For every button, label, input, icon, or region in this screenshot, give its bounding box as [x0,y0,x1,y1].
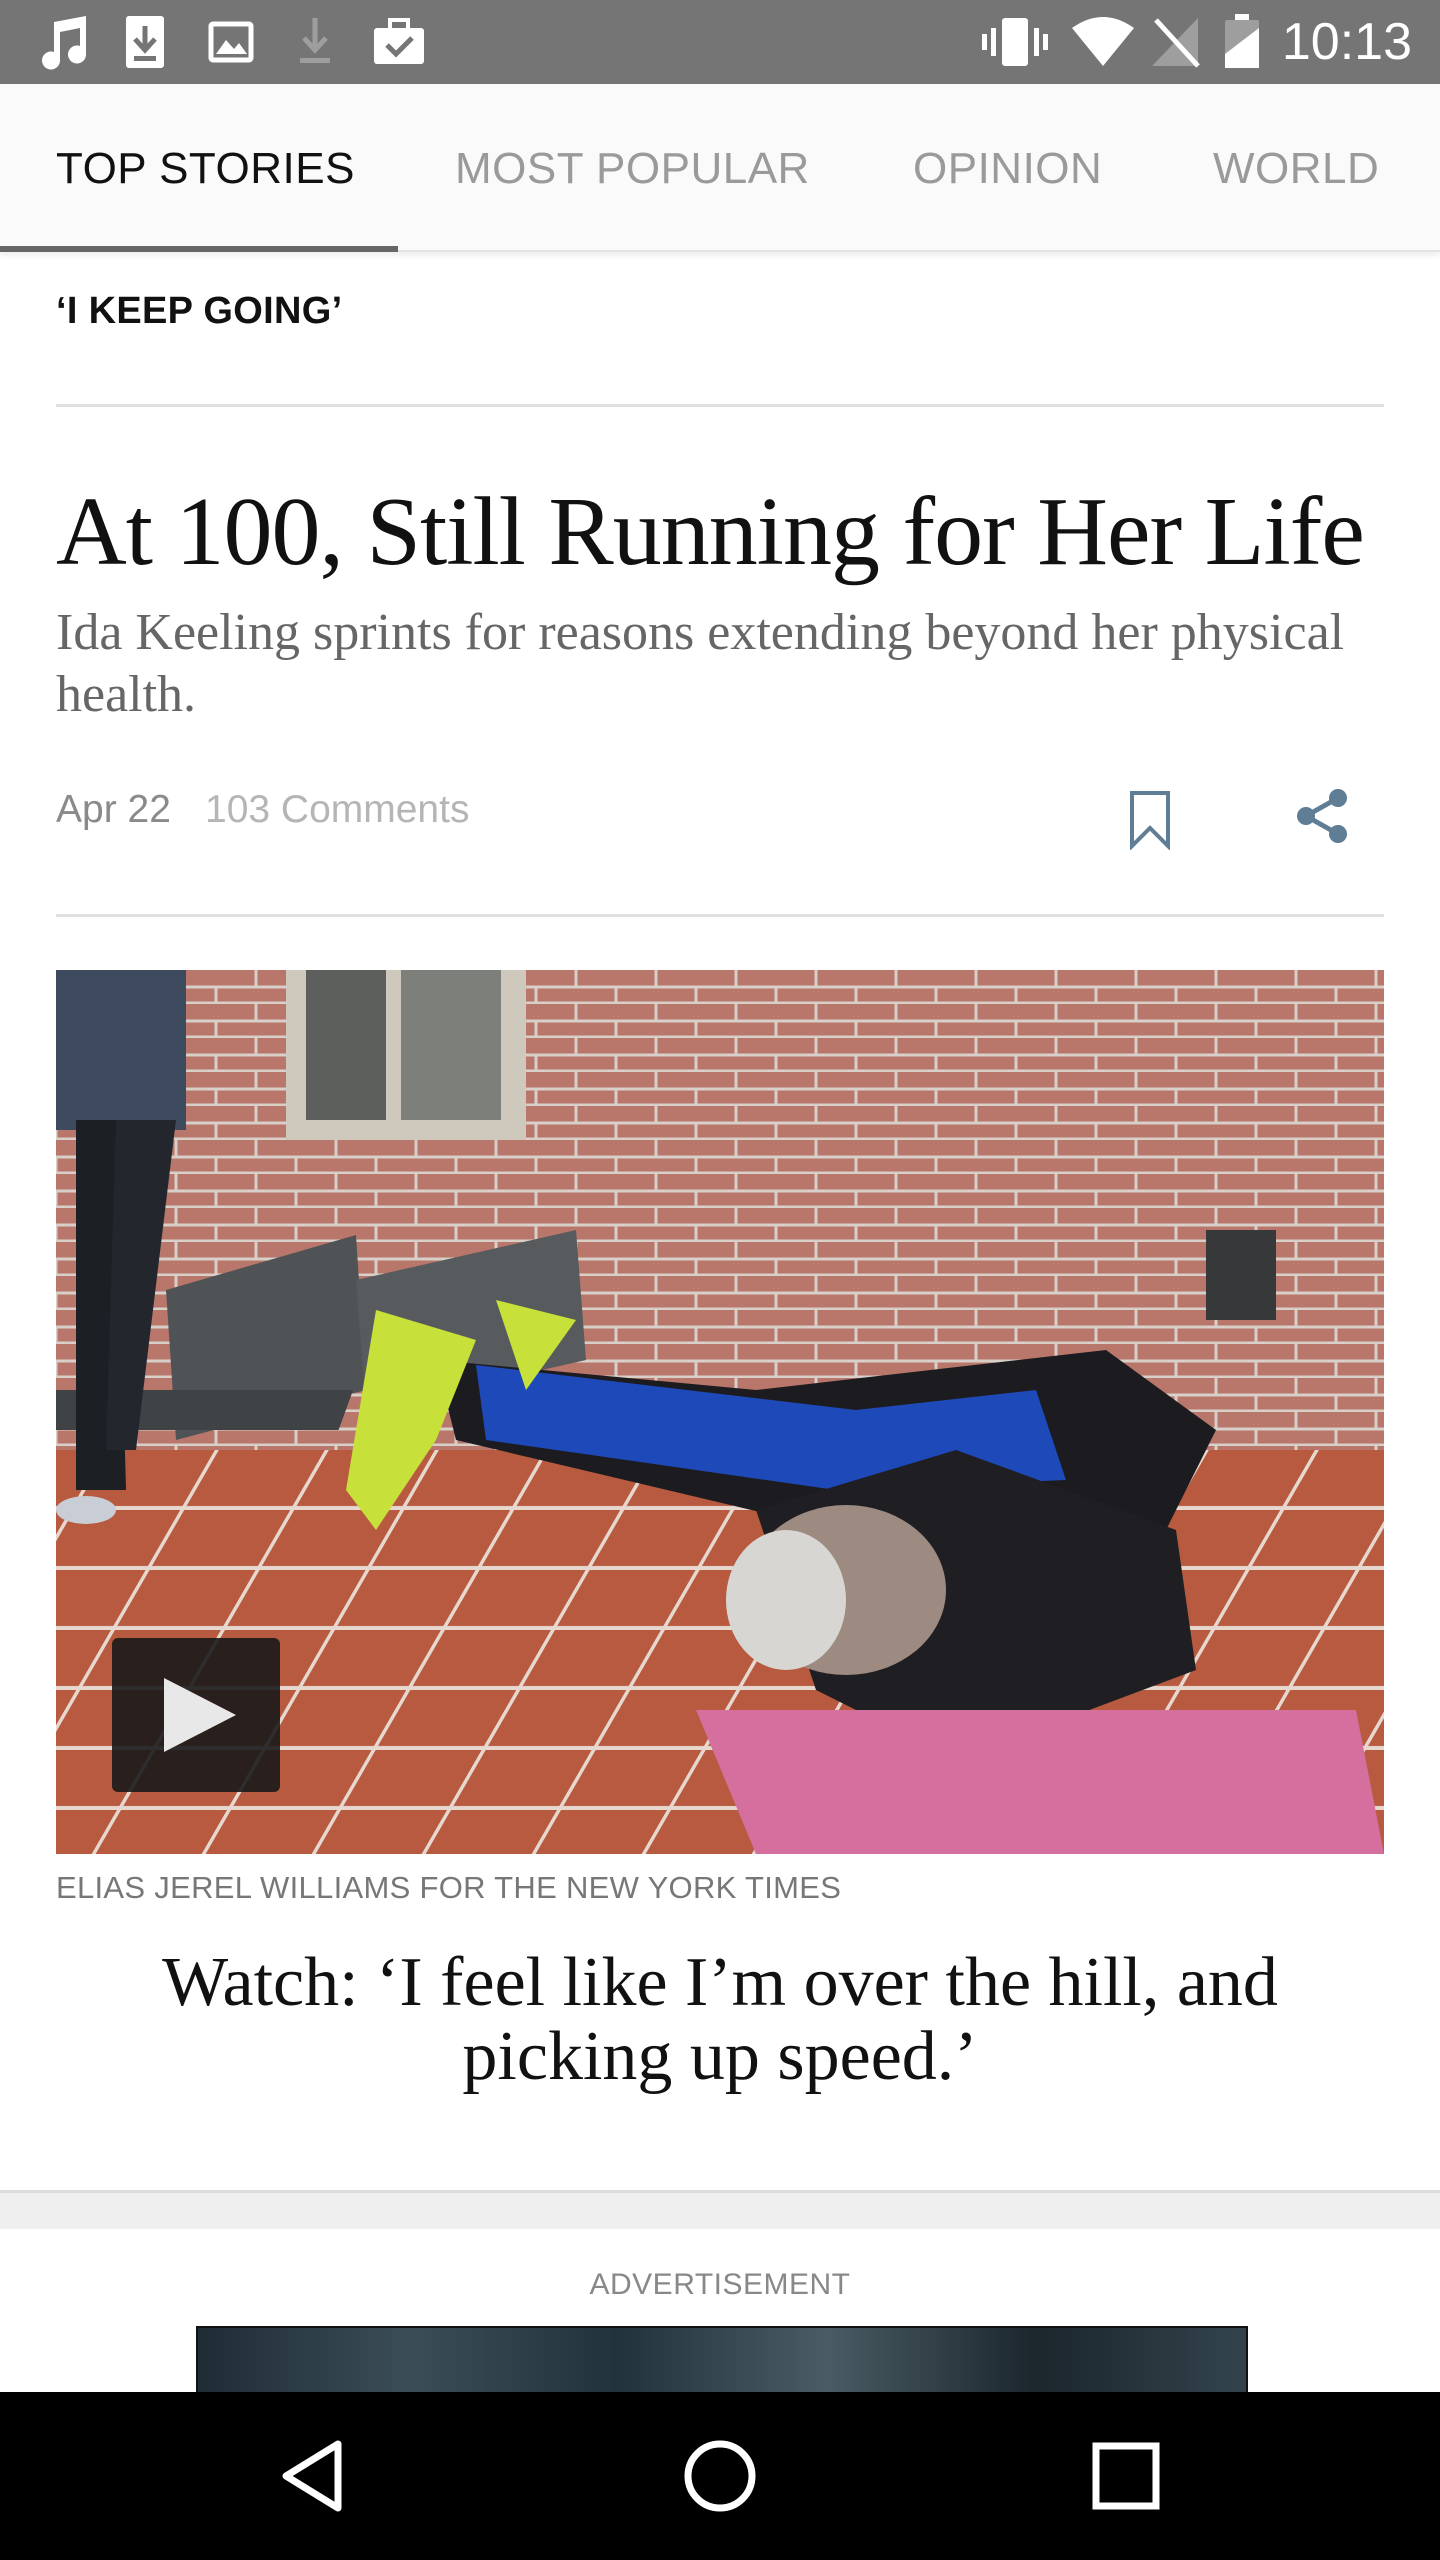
bookmark-icon[interactable] [1128,790,1172,850]
divider [56,404,1384,407]
recents-icon[interactable] [1086,2436,1166,2516]
active-tab-indicator [0,246,398,252]
download-icon [300,18,330,63]
section-divider [0,2190,1440,2229]
section-tab-bar: TOP STORIES MOST POPULAR OPINION WORLD [0,84,1440,252]
battery-icon [1225,14,1259,68]
tab-world[interactable]: WORLD [1213,84,1379,250]
status-time: 10:13 [1281,13,1412,71]
home-icon[interactable] [680,2436,760,2516]
music-note-icon [42,16,87,70]
system-nav-bar [0,2392,1440,2560]
video-caption[interactable]: Watch: ‘I feel like I’m over the hill, a… [56,1946,1384,2094]
article-headline[interactable]: At 100, Still Running for Her Life [56,472,1396,592]
image-icon [208,21,254,63]
advertisement-banner[interactable] [196,2326,1248,2396]
divider [56,914,1384,917]
play-icon [164,1678,236,1752]
status-bar: 10:13 [0,0,1440,84]
article-summary[interactable]: Ida Keeling sprints for reasons extendin… [56,602,1384,726]
briefcase-check-icon [374,18,424,64]
article-video-thumbnail[interactable] [56,970,1384,1854]
tab-opinion[interactable]: OPINION [913,84,1102,250]
article-date: Apr 22 [56,788,171,831]
vibrate-icon [982,18,1048,66]
download-icon [126,16,164,68]
image-credit: ELIAS JEREL WILLIAMS FOR THE NEW YORK TI… [56,1870,842,1905]
share-icon[interactable] [1294,786,1350,846]
tab-top-stories[interactable]: TOP STORIES [56,84,355,250]
tab-most-popular[interactable]: MOST POPULAR [455,84,810,250]
wifi-icon [1072,17,1134,66]
advertisement-label: ADVERTISEMENT [589,2268,851,2301]
play-video-button[interactable] [112,1638,280,1792]
no-signal-icon [1152,18,1200,68]
article-kicker: ‘I KEEP GOING’ [56,290,343,332]
back-icon[interactable] [276,2436,356,2516]
comments-link[interactable]: 103 Comments [205,788,469,832]
